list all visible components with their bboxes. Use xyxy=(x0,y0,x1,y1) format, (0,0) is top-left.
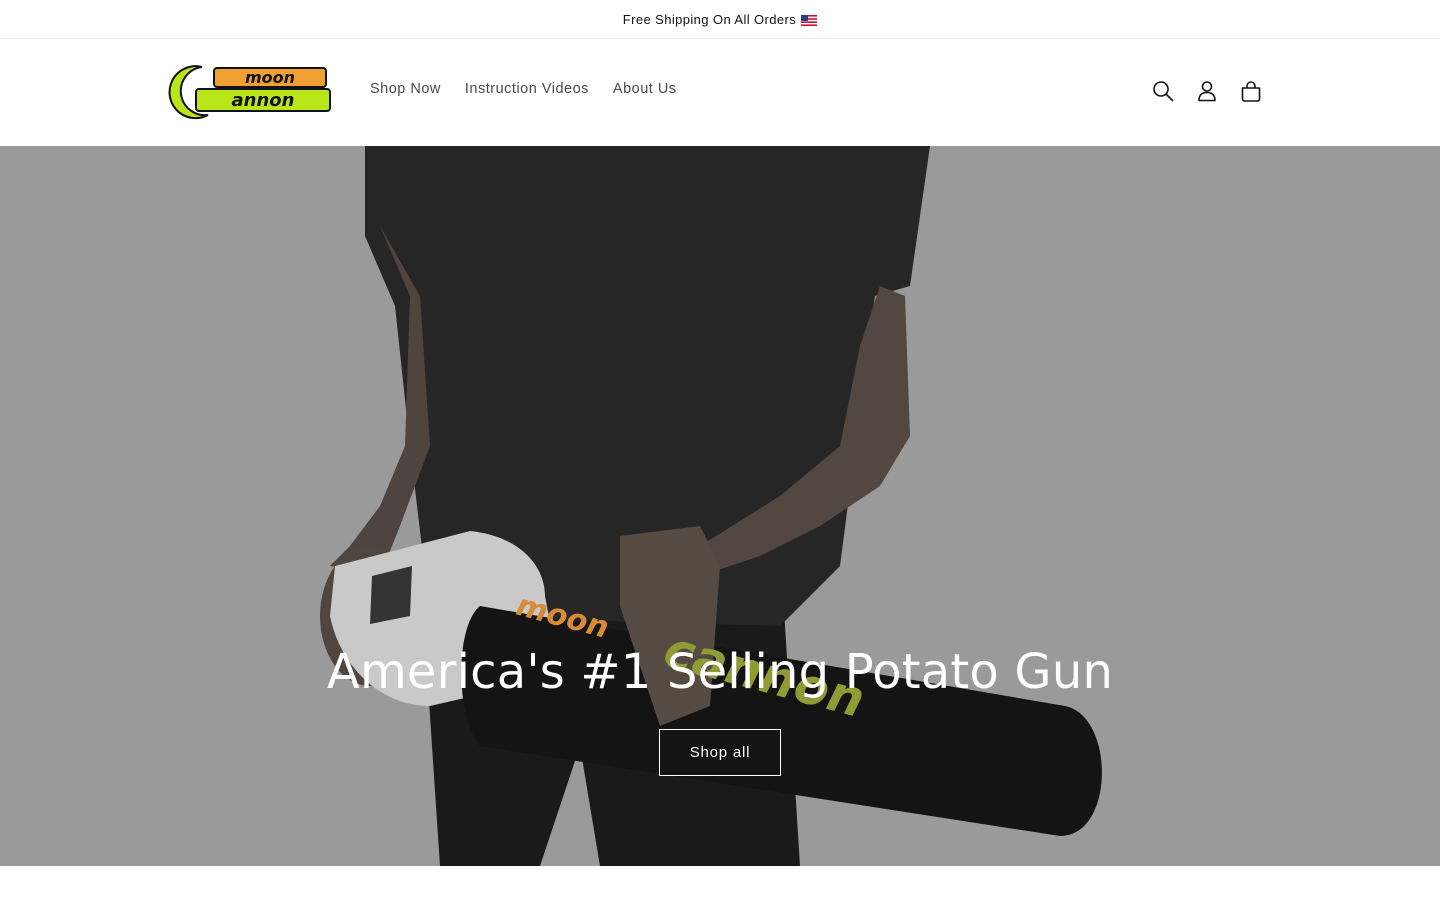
cart-button[interactable] xyxy=(1229,69,1273,113)
hero-banner: moon cannon America's #1 Selling Potato … xyxy=(0,146,1440,866)
cart-icon xyxy=(1241,81,1261,102)
us-flag-icon xyxy=(801,14,818,26)
search-button[interactable] xyxy=(1141,69,1185,113)
account-button[interactable] xyxy=(1185,69,1229,113)
nav-instruction-videos[interactable]: Instruction Videos xyxy=(453,77,601,101)
announcement-bar: Free Shipping On All Orders xyxy=(0,0,1440,39)
nav-shop-now[interactable]: Shop Now xyxy=(358,77,453,101)
hero-heading: America's #1 Selling Potato Gun xyxy=(326,644,1114,700)
announcement-text: Free Shipping On All Orders xyxy=(622,11,797,27)
logo-text-top: moon xyxy=(245,68,295,87)
account-icon xyxy=(1198,81,1216,102)
main-nav: Shop Now Instruction Videos About Us xyxy=(358,77,689,101)
nav-about-us[interactable]: About Us xyxy=(601,77,689,101)
logo-text-bottom: annon xyxy=(232,90,295,111)
search-icon xyxy=(1153,81,1174,102)
shop-all-button[interactable]: Shop all xyxy=(659,729,781,776)
site-logo[interactable]: moon annon xyxy=(168,63,332,121)
site-header: moon annon Shop Now Instruction Videos A… xyxy=(0,39,1440,146)
header-icons xyxy=(1141,69,1273,113)
